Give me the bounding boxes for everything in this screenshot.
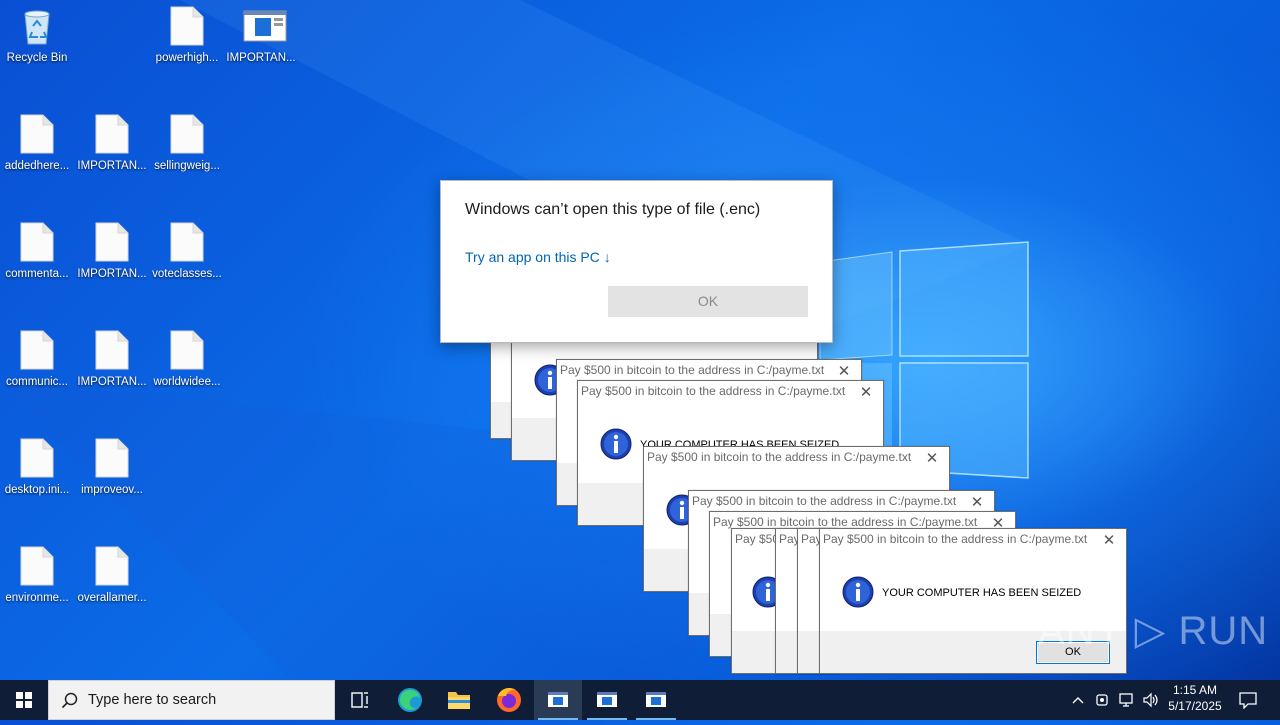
- desktop-icon[interactable]: commenta...: [0, 222, 74, 280]
- desktop-icon-label: IMPORTAN...: [226, 52, 296, 64]
- task-view-icon: [351, 692, 368, 708]
- desktop-icon[interactable]: voteclasses...: [150, 222, 224, 280]
- cannot-open-dialog: Windows can’t open this type of file (.e…: [440, 180, 833, 343]
- file-icon: [94, 330, 130, 370]
- desktop-icon-label: addedhere...: [4, 160, 70, 172]
- volume-icon[interactable]: [1142, 691, 1160, 709]
- recycle-bin-icon: [19, 6, 55, 46]
- search-box[interactable]: Type here to search: [48, 680, 335, 720]
- ransom-message: YOUR COMPUTER HAS BEEN SEIZED: [882, 587, 1082, 599]
- file-icon: [19, 114, 55, 154]
- anyrun-watermark: ANY ▷ RUN: [1038, 609, 1269, 653]
- ransom-title-clipped: Pay $50: [735, 532, 780, 546]
- ransom-title: Pay $500 in bitcoin to the address in C:…: [560, 363, 825, 377]
- file-icon: [169, 222, 205, 262]
- desktop-icon[interactable]: IMPORTAN...: [75, 114, 149, 172]
- clock-date: 5/17/2025: [1168, 699, 1222, 713]
- desktop-icon[interactable]: sellingweig...: [150, 114, 224, 172]
- desktop-icon-label: commenta...: [5, 268, 69, 280]
- close-icon[interactable]: ✕: [1098, 531, 1120, 551]
- folder-icon: [448, 692, 470, 709]
- edge-button[interactable]: [386, 680, 434, 720]
- close-icon[interactable]: ✕: [833, 362, 855, 382]
- desktop-icon-label: worldwidee...: [153, 376, 221, 388]
- network-icon[interactable]: [1118, 691, 1136, 709]
- edge-icon: [398, 688, 422, 712]
- windows-logo-icon: [16, 692, 32, 708]
- file-icon: [19, 438, 55, 478]
- desktop-icon[interactable]: environme...: [0, 546, 74, 604]
- desktop-icon-label: overallamer...: [77, 592, 147, 604]
- file-icon: [169, 330, 205, 370]
- close-icon[interactable]: ✕: [966, 493, 988, 513]
- desktop-icon-label: voteclasses...: [152, 268, 222, 280]
- desktop-icon-label: sellingweig...: [154, 160, 220, 172]
- desktop-icon[interactable]: improveov...: [75, 438, 149, 496]
- desktop-icon-label: IMPORTAN...: [77, 268, 147, 280]
- start-button[interactable]: [0, 680, 48, 720]
- try-app-link[interactable]: Try an app on this PC ↓: [465, 249, 611, 265]
- info-icon: [600, 428, 632, 460]
- desktop-icon[interactable]: worldwidee...: [150, 330, 224, 388]
- desktop-icon[interactable]: desktop.ini...: [0, 438, 74, 496]
- close-icon[interactable]: ✕: [855, 383, 877, 403]
- file-icon: [19, 546, 55, 586]
- file-icon: [94, 114, 130, 154]
- desktop-icon[interactable]: communic...: [0, 330, 74, 388]
- search-icon: [61, 692, 78, 709]
- search-placeholder: Type here to search: [88, 692, 217, 708]
- desktop-icon[interactable]: Recycle Bin: [0, 6, 74, 64]
- firefox-icon: [497, 687, 521, 712]
- desktop-icon[interactable]: addedhere...: [0, 114, 74, 172]
- ransom-title: Pay $500 in bitcoin to the address in C:…: [823, 532, 1088, 546]
- window-app-icon: [597, 692, 617, 707]
- file-icon: [19, 330, 55, 370]
- dialog-title: Windows can’t open this type of file (.e…: [465, 201, 761, 218]
- chevron-up-icon[interactable]: [1070, 692, 1086, 708]
- file-icon: [169, 6, 205, 46]
- close-icon[interactable]: ✕: [921, 449, 943, 469]
- window-app-icon: [243, 6, 287, 46]
- meet-now-icon[interactable]: [1094, 691, 1112, 709]
- taskbar-app-2[interactable]: [583, 680, 631, 720]
- clock[interactable]: 1:15 AM 5/17/2025: [1162, 683, 1228, 713]
- desktop-icon[interactable]: IMPORTAN...: [224, 6, 298, 64]
- desktop-icon[interactable]: overallamer...: [75, 546, 149, 604]
- ransom-title: Pay $500 in bitcoin to the address in C:…: [692, 494, 957, 508]
- desktop-icon-label: powerhigh...: [155, 52, 219, 64]
- desktop-icon-label: communic...: [6, 376, 68, 388]
- info-icon: [842, 576, 874, 608]
- notification-icon[interactable]: [1238, 691, 1258, 709]
- ok-button-disabled[interactable]: OK: [608, 286, 808, 317]
- file-icon: [19, 222, 55, 262]
- taskbar-app-3[interactable]: [632, 680, 680, 720]
- desktop-icon-label: IMPORTAN...: [77, 376, 147, 388]
- desktop-icon[interactable]: IMPORTAN...: [75, 330, 149, 388]
- file-icon: [94, 222, 130, 262]
- task-view-button[interactable]: [336, 680, 384, 720]
- file-icon: [94, 546, 130, 586]
- desktop-icon-label: environme...: [5, 592, 69, 604]
- desktop-icon-label: desktop.ini...: [4, 484, 70, 496]
- ransom-title: Pay $500 in bitcoin to the address in C:…: [647, 450, 912, 464]
- desktop-icon-label: IMPORTAN...: [77, 160, 147, 172]
- file-explorer-button[interactable]: [435, 680, 483, 720]
- desktop-icon-label: improveov...: [81, 484, 143, 496]
- firefox-button[interactable]: [485, 680, 533, 720]
- taskbar: Type here to search 1:15 AM 5/17/2025: [0, 680, 1280, 720]
- desktop-icon[interactable]: IMPORTAN...: [75, 222, 149, 280]
- desktop-icon[interactable]: powerhigh...: [150, 6, 224, 64]
- window-app-icon: [646, 692, 666, 707]
- ransom-title: Pay $500 in bitcoin to the address in C:…: [713, 515, 978, 529]
- clock-time: 1:15 AM: [1172, 683, 1218, 697]
- desktop-icon-label: Recycle Bin: [6, 52, 68, 64]
- window-app-icon: [548, 692, 568, 707]
- taskbar-app-1[interactable]: [534, 680, 582, 720]
- file-icon: [169, 114, 205, 154]
- ransom-title: Pay $500 in bitcoin to the address in C:…: [581, 384, 846, 398]
- file-icon: [94, 438, 130, 478]
